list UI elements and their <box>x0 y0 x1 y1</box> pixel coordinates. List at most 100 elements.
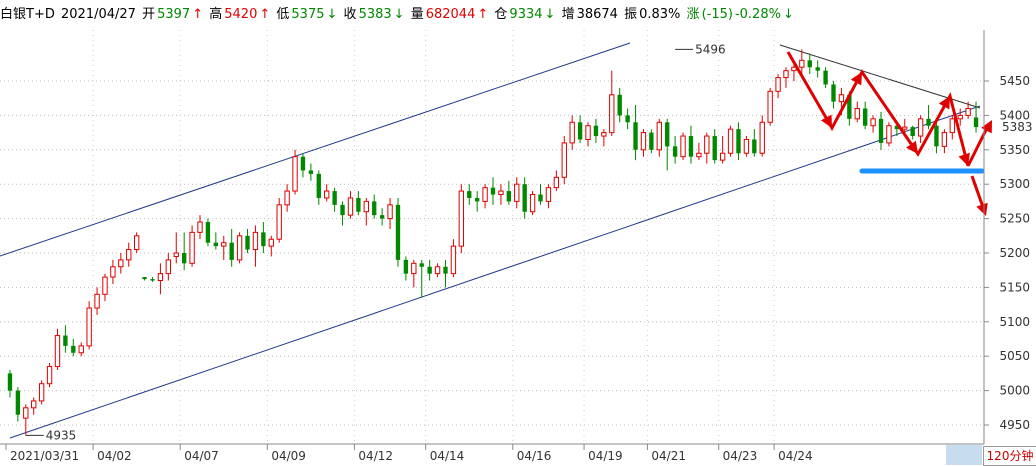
candle-body <box>870 118 876 127</box>
period-selector[interactable]: 120分钟 <box>983 446 1036 466</box>
candle-body <box>118 259 124 268</box>
change-value: (-15) <box>701 7 733 22</box>
candle-body <box>379 215 385 219</box>
candle-body <box>910 127 915 137</box>
candle-body <box>474 197 480 202</box>
candle <box>767 87 773 126</box>
y-tick-label: 5000 <box>999 384 1030 398</box>
y-tick-label: 5200 <box>999 246 1030 260</box>
candle-body <box>704 135 710 154</box>
candle-body <box>863 108 868 126</box>
candle-body <box>759 121 765 154</box>
y-tick-label: 5350 <box>999 143 1030 157</box>
increase-value: 38674 <box>576 7 618 22</box>
y-tick-label: 5150 <box>999 280 1030 294</box>
candle <box>46 363 53 388</box>
candle-body <box>553 176 560 189</box>
candle-body <box>593 125 599 137</box>
candle-body <box>633 122 638 150</box>
candle <box>205 218 211 247</box>
candle-body <box>363 200 369 213</box>
candle <box>86 301 92 350</box>
candle-body <box>490 187 496 195</box>
candle-body <box>372 201 377 216</box>
candle-body <box>276 204 282 240</box>
candle-body <box>601 132 607 137</box>
candle-body <box>173 252 179 257</box>
candle-body <box>917 118 924 137</box>
candle-body <box>197 221 203 233</box>
high-arrow: ↑ <box>259 7 271 22</box>
candle-body <box>965 108 971 116</box>
candle-body <box>831 84 836 102</box>
x-tick-label: 04/21 <box>651 449 686 463</box>
x-tick-label: 04/09 <box>271 449 306 463</box>
change-label: 涨 <box>686 7 700 22</box>
y-tick-label: 5400 <box>999 108 1030 122</box>
candle-body <box>157 273 164 282</box>
candle-body <box>356 197 361 212</box>
candle-body <box>680 135 686 158</box>
y-tick-label: 5450 <box>999 74 1030 88</box>
candle-body <box>133 235 140 251</box>
candle-body <box>126 249 132 261</box>
candle-body <box>854 108 860 120</box>
open-arrow: ↑ <box>192 7 204 22</box>
candle-body <box>63 335 68 346</box>
candle-body <box>640 132 647 151</box>
candle-body <box>838 94 845 103</box>
low-label: 低 <box>276 7 290 22</box>
candle-body <box>529 194 536 213</box>
candle-body <box>538 194 543 202</box>
candle-body <box>443 266 448 274</box>
candlestick-chart: 493554965383 495050005050510051505200525… <box>0 30 1034 465</box>
candle-body <box>7 373 13 391</box>
candle-body <box>458 190 465 247</box>
y-tick-label: 5100 <box>999 315 1030 329</box>
candle-body <box>54 335 61 368</box>
candle <box>529 191 536 216</box>
quote-header: 白银T+D 2021/04/27 开 5397 ↑ 高 5420 ↑ 低 5375 ↓ 收5… <box>0 0 1036 30</box>
y-tick-label: 5250 <box>999 212 1030 226</box>
candle-body <box>71 345 76 353</box>
candle <box>743 136 750 157</box>
volume-value: 682044 <box>425 7 476 22</box>
candle-body <box>506 191 512 202</box>
candle-body <box>934 125 939 147</box>
candle-body <box>434 266 441 275</box>
quote-date: 2021/04/27 <box>61 7 136 22</box>
x-tick-label: 04/14 <box>430 449 465 463</box>
candle-body <box>736 129 741 154</box>
candle-body <box>712 136 717 161</box>
x-tick-label: 04/19 <box>588 449 623 463</box>
candle-body <box>569 121 575 144</box>
increase-label: 增 <box>561 7 575 22</box>
candle-body <box>86 307 92 347</box>
candle-body <box>268 238 274 247</box>
candle-body <box>514 183 520 202</box>
candle-body <box>221 242 227 247</box>
candle-body <box>150 279 155 281</box>
open-value: 5397 <box>157 7 191 22</box>
candle <box>395 197 401 267</box>
candle-body <box>665 122 670 147</box>
x-tick-label: 2021/03/31 <box>10 449 79 463</box>
candle-body <box>545 187 552 202</box>
candle <box>886 122 892 147</box>
candle-body <box>46 366 53 385</box>
candle-body <box>585 125 591 140</box>
candle-body <box>245 235 250 250</box>
close-label: 收 <box>343 7 357 22</box>
candle-body <box>395 204 401 260</box>
scroll-thumb[interactable] <box>946 445 982 465</box>
volume-label: 量 <box>410 7 424 22</box>
x-tick-label: 04/07 <box>184 449 219 463</box>
candle-body <box>340 204 345 216</box>
high-value: 5420 <box>224 7 258 22</box>
x-tick-label: 04/16 <box>517 449 552 463</box>
y-tick-label: 5300 <box>999 177 1030 191</box>
candle-body <box>649 132 654 150</box>
candle-body <box>292 156 298 192</box>
candle-body <box>419 263 424 267</box>
candle-body <box>467 191 472 198</box>
